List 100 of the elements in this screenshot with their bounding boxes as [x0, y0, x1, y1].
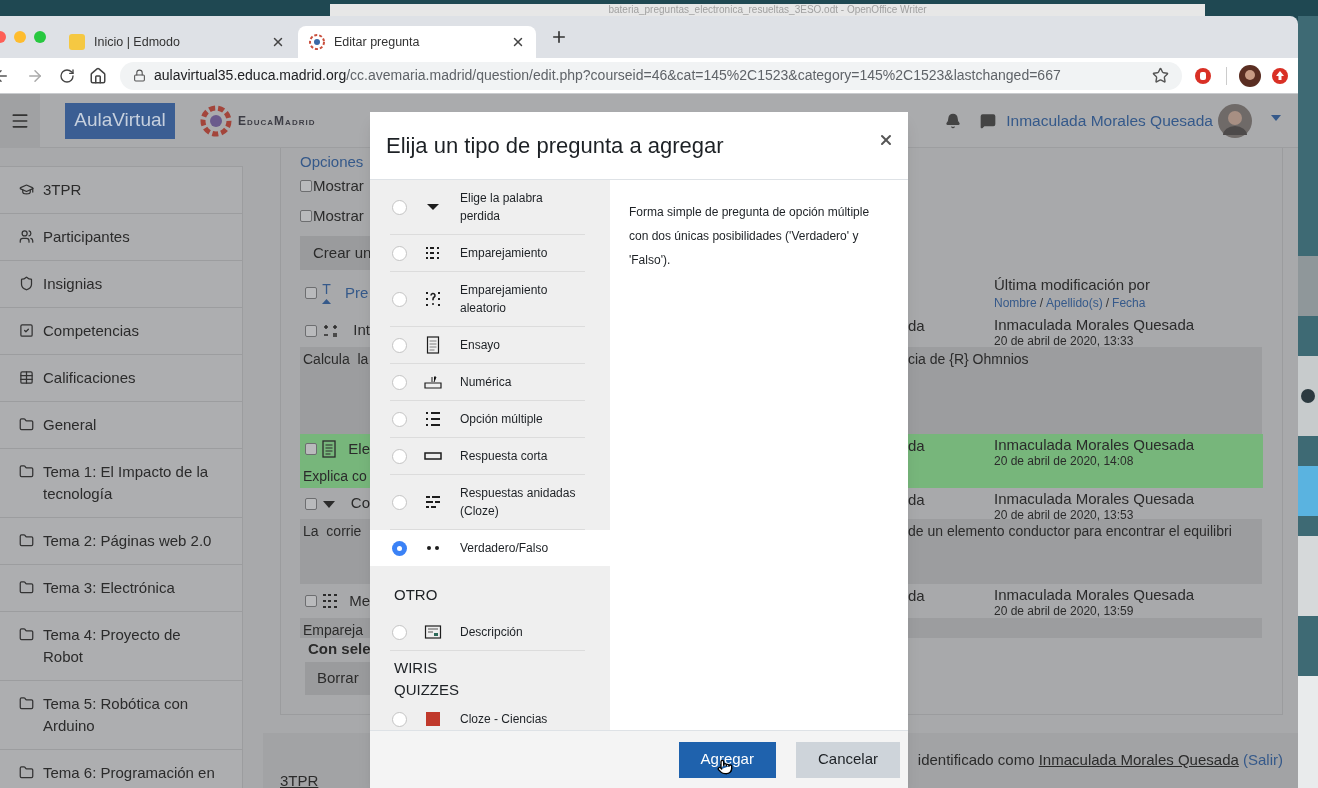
sidebar-item[interactable]: Competencias [0, 308, 242, 355]
sidebar-item[interactable]: Tema 6: Programación en [0, 750, 242, 788]
question-type-option[interactable]: Opción múltiple [370, 401, 610, 438]
checkbox[interactable] [305, 287, 317, 299]
checkbox-label: Mostrar [313, 175, 364, 196]
radio-button[interactable] [392, 711, 407, 727]
radio-button[interactable] [392, 245, 407, 261]
question-type-option[interactable]: Verdadero/Falso [370, 530, 610, 566]
new-tab-icon[interactable] [550, 28, 568, 46]
sidebar-item[interactable]: 3TPR [0, 167, 242, 214]
sidebar-item[interactable]: General [0, 402, 242, 449]
document-icon [424, 336, 442, 354]
dialog-title: Elija un tipo de pregunta a agregar [386, 132, 725, 160]
folder-icon [19, 464, 34, 479]
modifier-name: Inmaculada Morales Quesada [994, 586, 1195, 604]
sidebar-item[interactable]: Tema 1: El Impacto de la tecnología [0, 449, 242, 518]
close-tab-icon[interactable] [511, 35, 525, 49]
user-link[interactable]: Inmaculada Morales Quesada [1038, 751, 1239, 768]
shield-icon [19, 276, 34, 291]
question-type-option[interactable]: Descripción [370, 614, 610, 651]
option-label: Emparejamiento aleatorio [460, 282, 549, 317]
upload-icon[interactable] [1271, 66, 1289, 85]
maximize-window-icon[interactable] [34, 31, 46, 43]
question-type-option[interactable]: Emparejamiento [370, 235, 610, 272]
option-label: Respuestas anidadas (Cloze) [460, 485, 577, 520]
checkbox[interactable] [305, 497, 317, 510]
favicon-icon [309, 34, 325, 50]
modified-date: 20 de abril de 2020, 13:59 [994, 604, 1135, 618]
section-heading: WIRIS QUIZZES [394, 658, 460, 700]
caret-down-icon[interactable] [1271, 114, 1281, 121]
window-title: bateria_preguntas_electronica_resueltas_3ESO.odt - OpenOffice Writer [608, 4, 927, 16]
question-text: Explica co [302, 467, 368, 486]
checkbox[interactable] [305, 443, 317, 455]
sidebar-item[interactable]: Tema 2: Páginas web 2.0 [0, 518, 242, 565]
radio-button[interactable] [392, 411, 407, 427]
dot-grid-icon [322, 593, 338, 609]
radio-button[interactable] [392, 448, 407, 464]
tab-title: Editar pregunta [334, 33, 421, 51]
address-bar[interactable]: aulavirtual35.educa.madrid.org/cc.avemaria.madrid/question/edit.php?courseid=46&cat=145%2C1523&category=145%2C1523&lastchanged=667 [120, 61, 1182, 90]
question-type-option[interactable]: Numérica [370, 364, 610, 401]
question-type-option[interactable]: Emparejamiento aleatorio [370, 272, 610, 327]
reload-icon[interactable] [59, 67, 75, 84]
column-header: Última modificación por [994, 275, 1150, 295]
radio-button[interactable] [392, 291, 407, 307]
sidebar-item[interactable]: Calificaciones [0, 355, 242, 402]
radio-button[interactable] [392, 624, 407, 640]
profile-avatar-icon[interactable] [1239, 64, 1261, 87]
table-icon [19, 370, 34, 385]
messages-icon[interactable] [980, 112, 997, 129]
close-tab-icon[interactable] [271, 35, 285, 49]
create-button[interactable]: Crear un [300, 236, 370, 270]
logo-icon [200, 104, 232, 137]
radio-button[interactable] [392, 337, 407, 353]
radio-button[interactable] [392, 199, 407, 215]
modifier-name: Inmaculada Morales Quesada [994, 490, 1195, 508]
browser-tab[interactable]: Editar pregunta [298, 26, 536, 58]
lock-icon [133, 69, 146, 82]
two-dots-icon [427, 546, 439, 550]
checkbox[interactable] [305, 324, 317, 337]
square-icon [424, 710, 442, 728]
type-description: Forma simple de pregunta de opción múltiple con dos únicas posibilidades ('Verdadero' y 'Falso'). [629, 204, 871, 269]
separator-text: / [1105, 295, 1110, 311]
sidebar-item[interactable]: Insignias [0, 261, 242, 308]
sidebar-item[interactable]: Participantes [0, 214, 242, 261]
radio-button[interactable] [392, 374, 407, 390]
home-icon[interactable] [89, 66, 107, 85]
caret-down-icon [322, 498, 336, 509]
dot-grid-icon [424, 244, 442, 262]
delete-button[interactable]: Borrar [305, 662, 370, 695]
sidebar-item[interactable]: Tema 4: Proyecto de Robot [0, 612, 242, 681]
separator-text: / [1039, 295, 1044, 311]
folder-icon [19, 417, 34, 432]
checkbox[interactable] [305, 595, 317, 607]
cancel-button[interactable]: Cancelar [795, 741, 900, 778]
sidebar-item[interactable]: Tema 3: Electrónica [0, 565, 242, 612]
sort-arrow-icon [322, 299, 331, 304]
question-type-option[interactable]: Ensayo [370, 327, 610, 364]
question-text: de un elemento conductor para encontrar el equilibri [908, 522, 1232, 541]
brand-button[interactable]: AulaVirtual [65, 102, 175, 139]
question-type-option[interactable]: Elige la palabra perdida [370, 180, 610, 235]
modified-date: 20 de abril de 2020, 13:53 [994, 508, 1135, 522]
add-button[interactable]: Agregar [678, 741, 776, 778]
checkbox[interactable] [300, 210, 312, 222]
bookmark-star-icon[interactable] [1152, 67, 1169, 84]
creator-name: da [908, 436, 926, 456]
folder-icon [19, 765, 34, 780]
radio-button[interactable] [392, 540, 407, 556]
option-label: Verdadero/Falso [460, 540, 550, 557]
menu-button[interactable] [0, 94, 40, 148]
course-link[interactable]: 3TPR [280, 772, 319, 788]
option-label: Cloze - Ciencias [460, 711, 549, 728]
question-grid-icon [424, 290, 442, 308]
user-avatar [1218, 103, 1252, 138]
notifications-icon[interactable] [945, 112, 962, 129]
option-label: Ensayo [460, 337, 502, 354]
radio-button[interactable] [392, 494, 407, 510]
option-label: Respuesta corta [460, 448, 549, 465]
checkbox[interactable] [300, 180, 312, 192]
question-type-option[interactable]: Respuesta corta [370, 438, 610, 475]
sidebar-item[interactable]: Tema 5: Robótica con Arduino [0, 681, 242, 750]
